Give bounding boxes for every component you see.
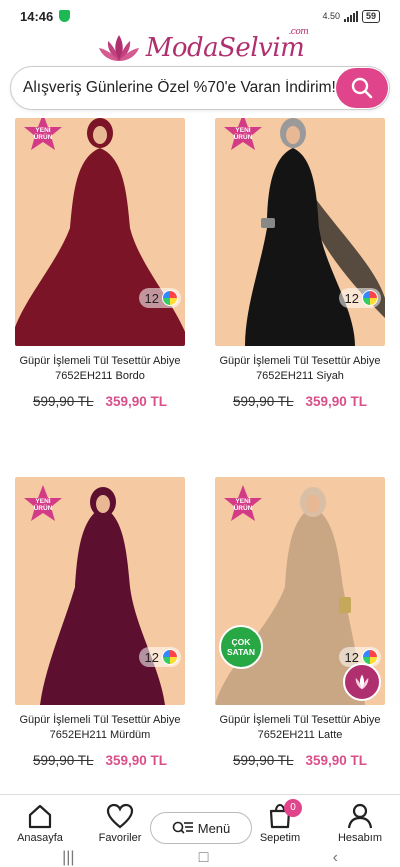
color-count-badge[interactable]: 12 bbox=[338, 288, 381, 308]
search-icon bbox=[351, 77, 373, 99]
color-count: 12 bbox=[144, 290, 159, 306]
sale-price: 359,90 TL bbox=[305, 753, 368, 768]
nav-account[interactable]: Hesabım bbox=[325, 803, 395, 844]
product-image[interactable]: YENİ ÜRÜN 12 bbox=[15, 118, 185, 346]
logo-wordmark: ModaSelvim bbox=[145, 33, 305, 63]
menu-label: Menü bbox=[197, 820, 231, 836]
product-prices: 599,90 TL 359,90 TL bbox=[15, 394, 185, 409]
new-badge-line1: YENİ bbox=[235, 498, 251, 505]
product-title-line1: Güpür İşlemeli Tül Tesettür Abiye bbox=[19, 714, 181, 726]
old-price: 599,90 TL bbox=[32, 753, 94, 768]
new-badge-line2: ÜRÜN bbox=[233, 505, 253, 512]
search-input[interactable]: Alışveriş Günlerine Özel %70'e Varan İnd… bbox=[11, 79, 336, 97]
dress-shape bbox=[40, 507, 165, 705]
menu-search-icon bbox=[172, 821, 193, 834]
old-price: 599,90 TL bbox=[232, 753, 294, 768]
sale-price: 359,90 TL bbox=[105, 753, 168, 768]
color-palette-icon bbox=[162, 290, 178, 306]
product-card[interactable]: YENİ ÜRÜN 12 Güpür İşlemeli Tül Tesettür… bbox=[215, 118, 385, 409]
lotus-badge-icon bbox=[343, 663, 381, 701]
new-badge-line2: ÜRÜN bbox=[233, 134, 253, 141]
home-button-icon[interactable]: □ bbox=[199, 849, 209, 867]
product-card[interactable]: YENİ ÜRÜN 12 ÇOK SATAN Güpür İşlemeli Tü… bbox=[215, 477, 385, 768]
sale-price: 359,90 TL bbox=[105, 394, 168, 409]
site-logo[interactable]: ModaSelvim .com bbox=[96, 27, 309, 63]
battery-icon: 59 bbox=[361, 9, 380, 23]
search-bar[interactable]: Alışveriş Günlerine Özel %70'e Varan İnd… bbox=[10, 66, 390, 110]
product-title-line2: 7652EH211 Bordo bbox=[55, 370, 145, 382]
product-title[interactable]: Güpür İşlemeli Tül Tesettür Abiye 7652EH… bbox=[215, 713, 385, 743]
color-count-badge[interactable]: 12 bbox=[138, 647, 181, 667]
old-price: 599,90 TL bbox=[232, 394, 294, 409]
signal-icon bbox=[343, 10, 358, 22]
product-title-line1: Güpür İşlemeli Tül Tesettür Abiye bbox=[19, 355, 181, 367]
nav-cart-label: Sepetim bbox=[259, 832, 301, 844]
product-image[interactable]: YENİ ÜRÜN 12 bbox=[215, 118, 385, 346]
product-image[interactable]: YENİ ÜRÜN 12 ÇOK SATAN bbox=[215, 477, 385, 705]
nav-account-label: Hesabım bbox=[337, 832, 383, 844]
product-prices: 599,90 TL 359,90 TL bbox=[215, 394, 385, 409]
menu-button[interactable]: Menü bbox=[150, 812, 252, 844]
recent-apps-icon[interactable]: ||| bbox=[62, 849, 74, 867]
old-price: 599,90 TL bbox=[32, 394, 94, 409]
bestseller-badge: ÇOK SATAN bbox=[219, 625, 263, 669]
new-badge-line2: ÜRÜN bbox=[33, 134, 53, 141]
product-title-line1: Güpür İşlemeli Tül Tesettür Abiye bbox=[219, 355, 381, 367]
home-icon bbox=[28, 804, 52, 829]
product-card[interactable]: YENİ ÜRÜN 12 Güpür İşlemeli Tül Tesettür… bbox=[15, 477, 185, 768]
shield-icon bbox=[59, 10, 71, 22]
lotus-logo-icon bbox=[98, 35, 139, 61]
product-title[interactable]: Güpür İşlemeli Tül Tesettür Abiye 7652EH… bbox=[15, 354, 185, 384]
nav-favorites-label: Favoriler bbox=[98, 832, 142, 844]
product-title-line2: 7652EH211 Latte bbox=[257, 729, 343, 741]
search-button[interactable] bbox=[336, 68, 388, 108]
system-nav-bar: ||| □ ‹ bbox=[0, 849, 400, 867]
heart-icon bbox=[106, 803, 134, 829]
nav-cart[interactable]: 0 Sepetim bbox=[245, 799, 315, 844]
status-bar: 14:46 4.50 59 bbox=[0, 0, 400, 32]
new-badge-line1: YENİ bbox=[35, 498, 51, 505]
dress-shape bbox=[15, 148, 185, 346]
color-count: 12 bbox=[344, 649, 359, 665]
nav-home-label: Anasayfa bbox=[17, 832, 63, 844]
new-badge-line2: ÜRÜN bbox=[33, 505, 53, 512]
logo-suffix: .com bbox=[288, 27, 309, 37]
sale-price: 359,90 TL bbox=[305, 394, 368, 409]
bottom-nav: Anasayfa Favoriler Menü 0 Sepetim Hesabı… bbox=[0, 794, 400, 850]
product-title[interactable]: Güpür İşlemeli Tül Tesettür Abiye 7652EH… bbox=[15, 713, 185, 743]
color-count-badge[interactable]: 12 bbox=[138, 288, 181, 308]
product-prices: 599,90 TL 359,90 TL bbox=[215, 753, 385, 768]
new-product-badge: YENİ ÜRÜN bbox=[21, 118, 65, 156]
product-title-line2: 7652EH211 Siyah bbox=[256, 370, 344, 382]
new-product-badge: YENİ ÜRÜN bbox=[221, 118, 265, 156]
product-title-line1: Güpür İşlemeli Tül Tesettür Abiye bbox=[219, 714, 381, 726]
product-title[interactable]: Güpür İşlemeli Tül Tesettür Abiye 7652EH… bbox=[215, 354, 385, 384]
logo-text: ModaSelvim .com bbox=[145, 27, 309, 63]
color-palette-icon bbox=[162, 649, 178, 665]
network-speed: 4.50 bbox=[322, 11, 340, 21]
new-product-badge: YENİ ÜRÜN bbox=[21, 483, 65, 527]
new-product-badge: YENİ ÜRÜN bbox=[221, 483, 265, 527]
nav-favorites[interactable]: Favoriler bbox=[85, 803, 155, 844]
new-badge-line1: YENİ bbox=[35, 127, 51, 134]
product-card[interactable]: YENİ ÜRÜN 12 Güpür İşlemeli Tül Tesettür… bbox=[15, 118, 185, 409]
site-header: ModaSelvim .com bbox=[0, 27, 400, 64]
product-prices: 599,90 TL 359,90 TL bbox=[15, 753, 185, 768]
user-icon bbox=[347, 803, 373, 829]
color-palette-icon bbox=[362, 290, 378, 306]
product-title-line2: 7652EH211 Mürdüm bbox=[49, 729, 151, 741]
nav-home[interactable]: Anasayfa bbox=[5, 803, 75, 844]
new-badge-line1: YENİ bbox=[235, 127, 251, 134]
color-count: 12 bbox=[344, 290, 359, 306]
back-icon[interactable]: ‹ bbox=[333, 849, 338, 867]
product-image[interactable]: YENİ ÜRÜN 12 bbox=[15, 477, 185, 705]
color-count: 12 bbox=[144, 649, 159, 665]
cart-count-badge: 0 bbox=[284, 799, 302, 817]
status-time: 14:46 bbox=[20, 8, 54, 24]
